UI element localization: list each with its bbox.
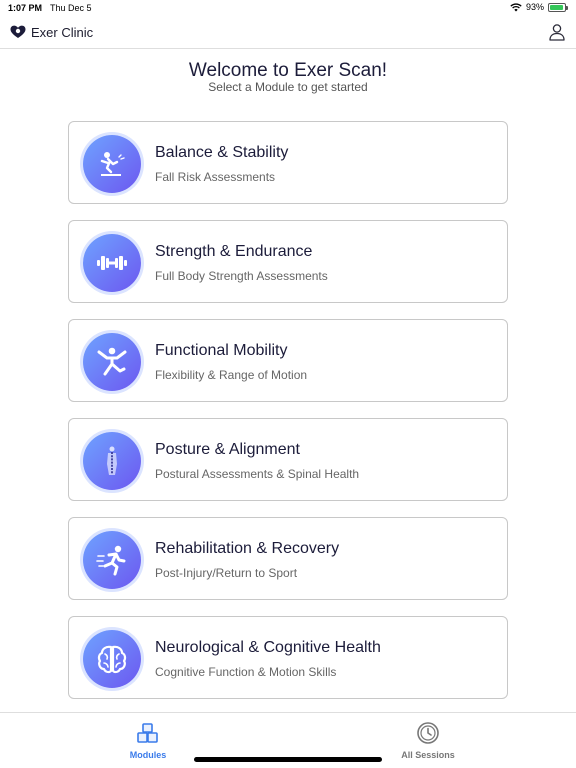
module-icon-container bbox=[83, 135, 141, 193]
module-icon-container bbox=[83, 630, 141, 688]
battery-icon bbox=[548, 2, 568, 12]
home-indicator bbox=[194, 757, 382, 762]
dumbbell-icon bbox=[97, 256, 127, 270]
module-icon-container bbox=[83, 531, 141, 589]
module-description: Cognitive Function & Motion Skills bbox=[155, 665, 337, 679]
heart-logo-icon bbox=[10, 25, 26, 38]
module-description: Full Body Strength Assessments bbox=[155, 269, 328, 283]
app-header: Exer Clinic bbox=[0, 16, 576, 49]
app-name: Exer Clinic bbox=[31, 25, 94, 40]
module-title: Neurological & Cognitive Health bbox=[155, 639, 381, 656]
module-card-balance[interactable]: Balance & Stability Fall Risk Assessment… bbox=[68, 121, 508, 204]
welcome-subtitle: Select a Module to get started bbox=[208, 80, 368, 94]
module-card-neurological[interactable]: Neurological & Cognitive Health Cognitiv… bbox=[68, 616, 508, 699]
history-clock-icon bbox=[417, 722, 439, 744]
tab-modules[interactable]: Modules bbox=[98, 721, 198, 760]
module-title: Balance & Stability bbox=[155, 144, 289, 161]
module-description: Fall Risk Assessments bbox=[155, 170, 276, 184]
battery-fill bbox=[550, 4, 564, 10]
user-profile-icon[interactable] bbox=[548, 23, 566, 41]
module-description: Post-Injury/Return to Sport bbox=[155, 566, 298, 580]
module-icon-container bbox=[83, 234, 141, 292]
welcome-title: Welcome to Exer Scan! bbox=[188, 60, 388, 81]
brain-icon bbox=[97, 645, 127, 674]
module-title: Rehabilitation & Recovery bbox=[155, 540, 340, 557]
status-right: 93% bbox=[510, 2, 568, 12]
module-description: Postural Assessments & Spinal Health bbox=[155, 467, 360, 481]
tab-all-sessions[interactable]: All Sessions bbox=[378, 721, 478, 760]
module-title: Functional Mobility bbox=[155, 342, 288, 359]
spine-body-icon bbox=[107, 446, 117, 475]
wifi-icon bbox=[510, 2, 522, 11]
tab-modules-label: Modules bbox=[129, 750, 167, 760]
slip-fall-icon bbox=[100, 152, 125, 176]
module-description: Flexibility & Range of Motion bbox=[155, 368, 308, 382]
module-card-strength[interactable]: Strength & Endurance Full Body Strength … bbox=[68, 220, 508, 303]
status-date: Thu Dec 5 bbox=[50, 3, 92, 13]
cubes-icon bbox=[137, 723, 158, 743]
stretching-person-icon bbox=[97, 347, 127, 376]
module-icon-container bbox=[83, 333, 141, 391]
module-icon-container bbox=[83, 432, 141, 490]
tab-all-sessions-label: All Sessions bbox=[401, 750, 455, 760]
module-title: Posture & Alignment bbox=[155, 441, 300, 458]
status-time: 1:07 PM bbox=[8, 3, 43, 13]
status-bar: 1:07 PM Thu Dec 5 93% bbox=[0, 0, 576, 16]
running-person-icon bbox=[96, 545, 126, 576]
module-title: Strength & Endurance bbox=[155, 243, 313, 260]
module-card-mobility[interactable]: Functional Mobility Flexibility & Range … bbox=[68, 319, 508, 402]
module-card-rehabilitation[interactable]: Rehabilitation & Recovery Post-Injury/Re… bbox=[68, 517, 508, 600]
battery-percent: 93% bbox=[525, 2, 544, 12]
module-card-posture[interactable]: Posture & Alignment Postural Assessments… bbox=[68, 418, 508, 501]
